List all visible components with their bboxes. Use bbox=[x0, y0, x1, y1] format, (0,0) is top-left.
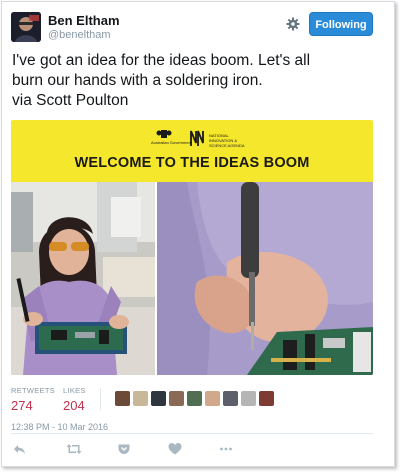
stats-divider bbox=[100, 388, 101, 410]
avatar[interactable] bbox=[11, 12, 41, 42]
tweet-line-1: I've got an idea for the ideas boom. Let… bbox=[12, 52, 311, 69]
display-name[interactable]: Ben Eltham bbox=[48, 13, 120, 28]
tweet-text: I've got an idea for the ideas boom. Let… bbox=[12, 51, 382, 111]
tweet-timestamp[interactable]: 12:38 PM - 10 Mar 2016 bbox=[11, 422, 108, 432]
divider bbox=[11, 433, 373, 434]
banner-title: WELCOME TO THE IDEAS BOOM bbox=[74, 155, 310, 171]
gov-text: Australian Government bbox=[151, 140, 192, 145]
more-icon[interactable] bbox=[219, 442, 233, 456]
tweet-line-3: via Scott Poulton bbox=[12, 92, 129, 109]
nisa-text: NATIONAL INNOVATION & SCIENCE AGENDA bbox=[209, 133, 245, 148]
user-handle[interactable]: @beneltham bbox=[48, 29, 111, 41]
avatar[interactable] bbox=[133, 391, 148, 406]
pocket-icon[interactable] bbox=[117, 442, 131, 456]
likes-label: LIKES bbox=[63, 386, 86, 395]
tweet-line-2: burn our hands with a soldering iron. bbox=[12, 72, 263, 89]
avatar[interactable] bbox=[169, 391, 184, 406]
tweet-actions bbox=[11, 442, 373, 458]
retweets-stat[interactable]: RETWEETS 274 bbox=[11, 386, 55, 413]
avatar[interactable] bbox=[115, 391, 130, 406]
retweets-label: RETWEETS bbox=[11, 386, 56, 395]
photo-hand-soldering-iron bbox=[157, 182, 373, 375]
avatar[interactable] bbox=[259, 391, 274, 406]
nisa-logo-icon bbox=[190, 130, 204, 146]
following-button[interactable]: Following bbox=[309, 12, 373, 36]
heart-icon[interactable] bbox=[168, 442, 182, 456]
avatar[interactable] bbox=[241, 391, 256, 406]
avatar[interactable] bbox=[187, 391, 202, 406]
avatar[interactable] bbox=[205, 391, 220, 406]
likes-value: 204 bbox=[63, 398, 85, 413]
coat-of-arms-icon bbox=[156, 130, 172, 138]
reply-icon[interactable] bbox=[13, 442, 27, 456]
avatar[interactable] bbox=[151, 391, 166, 406]
liker-avatars bbox=[115, 391, 274, 406]
avatar[interactable] bbox=[223, 391, 238, 406]
retweets-value: 274 bbox=[11, 398, 33, 413]
gear-icon[interactable] bbox=[286, 17, 300, 31]
photo-woman-soldering bbox=[11, 182, 155, 375]
ideas-boom-banner: Australian Government NATIONAL INNOVATIO… bbox=[11, 120, 373, 182]
retweet-icon[interactable] bbox=[66, 442, 82, 456]
likes-stat[interactable]: LIKES 204 bbox=[63, 386, 86, 413]
tweet-media[interactable]: Australian Government NATIONAL INNOVATIO… bbox=[11, 120, 373, 375]
tweet-card: Ben Eltham @beneltham Following I've got… bbox=[1, 1, 395, 467]
